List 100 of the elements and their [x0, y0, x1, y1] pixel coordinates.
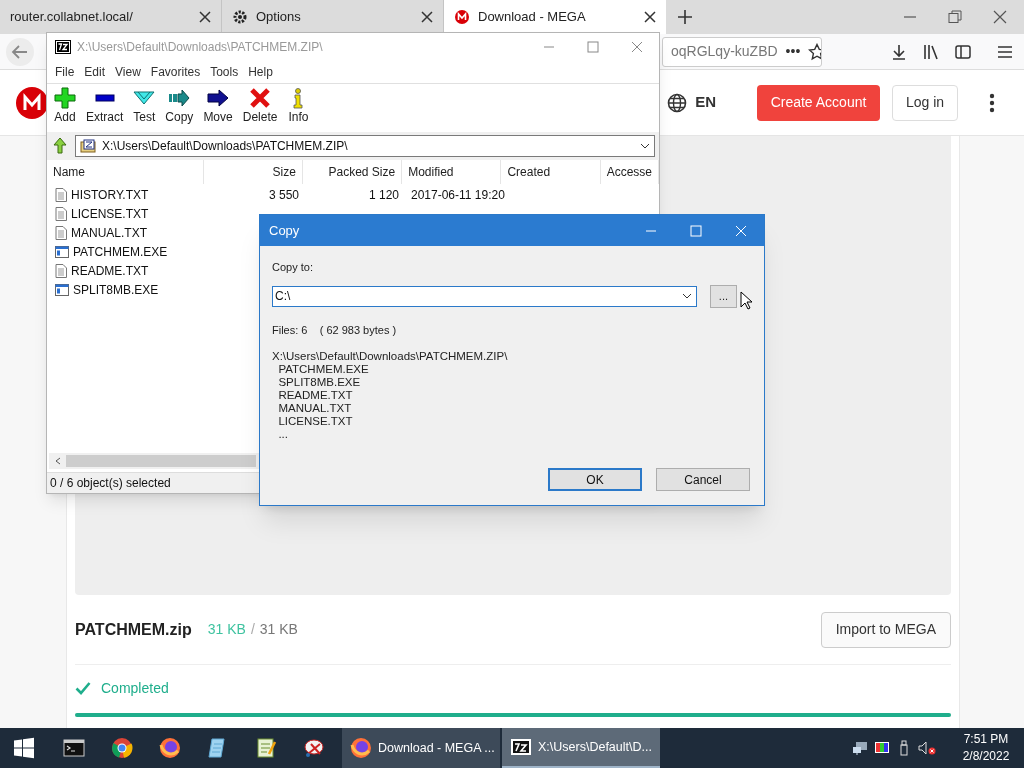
menu-item[interactable]: Help: [244, 63, 277, 81]
destination-combobox[interactable]: C:\: [272, 285, 697, 307]
network-icon[interactable]: [852, 740, 868, 756]
menu-item[interactable]: File: [51, 63, 79, 81]
dialog-title: Copy: [269, 221, 300, 240]
file-name[interactable]: LICENSE.TXT: [71, 204, 149, 223]
firefox-icon[interactable]: [158, 736, 182, 760]
mega-logo-icon[interactable]: [15, 85, 49, 120]
chrome-icon[interactable]: [110, 736, 134, 760]
table-cell-text: 1 120: [367, 186, 400, 204]
toolbar-button[interactable]: Test: [128, 87, 161, 125]
file-name[interactable]: PATCHMEM.EXE: [73, 242, 168, 261]
arrow-right-icon: [207, 87, 230, 109]
file-name: PATCHMEM.zip: [75, 619, 192, 640]
column-header[interactable]: Name: [47, 160, 204, 184]
mega-logo-icon: [454, 9, 470, 25]
bookmark-star-icon[interactable]: [808, 42, 821, 61]
browser-tab[interactable]: Download - MEGA: [444, 0, 666, 34]
toolbar-button[interactable]: Delete: [237, 87, 283, 125]
url-text: oqRGLqy-kuZBD: [671, 42, 778, 61]
scrollbar-thumb[interactable]: [66, 455, 256, 467]
address-bar[interactable]: oqRGLqy-kuZBD •••: [662, 36, 822, 67]
toolbar-button[interactable]: Add: [49, 87, 81, 125]
back-button[interactable]: [5, 36, 35, 67]
globe-icon: [667, 92, 688, 113]
sidebar-icon[interactable]: [954, 42, 972, 61]
cross-icon: [249, 87, 272, 109]
terminal-icon[interactable]: [62, 736, 86, 760]
cancel-button[interactable]: Cancel: [656, 468, 750, 491]
text-file-icon: [55, 225, 67, 240]
listing-line: X:\Users\Default\Downloads\PATCHMEM.ZIP\: [272, 350, 509, 363]
status-text: 0 / 6 object(s) selected: [50, 475, 171, 492]
close-icon[interactable]: [199, 11, 211, 23]
file-name[interactable]: HISTORY.TXT: [71, 185, 149, 204]
taskbar-window-button[interactable]: X:\Users\Default\D...: [502, 728, 660, 768]
clock[interactable]: 7:51 PM 2/8/2022: [948, 728, 1024, 768]
menu-item[interactable]: Favorites: [146, 63, 205, 81]
text-file-icon: [55, 187, 67, 202]
toolbar-button[interactable]: Info: [282, 87, 315, 125]
file-name[interactable]: README.TXT: [71, 261, 149, 280]
menu-item[interactable]: Edit: [80, 63, 110, 81]
ok-button[interactable]: OK: [548, 468, 642, 491]
column-header[interactable]: Size: [203, 160, 303, 184]
column-header[interactable]: Modified: [402, 160, 502, 184]
taskbar-window-button[interactable]: Download - MEGA ...: [342, 728, 500, 768]
file-name[interactable]: MANUAL.TXT: [71, 223, 147, 242]
browse-button[interactable]: ...: [709, 284, 737, 308]
date-text: 2/8/2022: [962, 748, 1010, 765]
plus-icon: [54, 87, 76, 109]
column-header[interactable]: Created: [501, 160, 601, 184]
listing-line: SPLIT8MB.EXE: [277, 376, 362, 389]
toolbar-button[interactable]: Move: [198, 87, 238, 125]
column-header[interactable]: Accesse: [600, 160, 659, 184]
downloaded-size: 31 KB: [207, 620, 246, 639]
status-text: Completed: [101, 678, 169, 698]
text-file-icon: [55, 206, 67, 221]
archive-app-icon: [510, 736, 532, 758]
notepad-plus-icon[interactable]: [254, 736, 278, 760]
path-combobox[interactable]: X:\Users\Default\Downloads\PATCHMEM.ZIP\: [75, 135, 655, 157]
up-folder-icon[interactable]: [51, 137, 69, 155]
listing-line: ...: [277, 428, 289, 441]
display-icon[interactable]: [874, 740, 890, 756]
close-icon[interactable]: [992, 9, 1008, 25]
language-selector[interactable]: EN: [667, 91, 716, 114]
dropdown-caret-icon: [640, 143, 650, 149]
scroll-left-icon[interactable]: [54, 457, 62, 465]
archive-app-icon: [55, 40, 71, 54]
table-cell-text: 3 550: [267, 186, 300, 204]
toolbar-button[interactable]: Copy: [160, 87, 199, 125]
restore-icon[interactable]: [947, 9, 963, 25]
menu-item[interactable]: Tools: [206, 63, 243, 81]
column-header[interactable]: Packed Size: [302, 160, 403, 184]
muted-speaker-icon[interactable]: [918, 740, 936, 756]
close-icon[interactable]: [421, 11, 433, 23]
program-file-icon: [55, 245, 69, 258]
listing-line: MANUAL.TXT: [277, 402, 353, 415]
close-icon[interactable]: [644, 11, 656, 23]
field-label: Copy to:: [272, 260, 314, 275]
page-actions-button[interactable]: •••: [785, 41, 801, 62]
start-icon[interactable]: [13, 737, 35, 759]
downloads-icon[interactable]: [890, 42, 908, 61]
listing-line: LICENSE.TXT: [277, 415, 354, 428]
size-separator: /: [250, 620, 255, 639]
more-options-icon[interactable]: [989, 92, 995, 113]
login-button[interactable]: Log in: [892, 84, 958, 121]
file-name[interactable]: SPLIT8MB.EXE: [73, 280, 159, 299]
firefox-icon: [350, 737, 372, 759]
text-file-icon: [55, 263, 67, 278]
import-button[interactable]: Import to MEGA: [820, 611, 951, 648]
listing-line: README.TXT: [277, 389, 354, 402]
toolbar-button[interactable]: Extract: [81, 87, 129, 125]
checkmark-icon: [75, 681, 91, 695]
time-text: 7:51 PM: [963, 731, 1009, 748]
create-account-button[interactable]: Create Account: [757, 84, 880, 121]
library-icon[interactable]: [922, 42, 940, 61]
total-size: 31 KB: [259, 620, 298, 639]
new-tab-icon[interactable]: [677, 9, 693, 25]
table-cell-text: 2017-06-11 19:20: [410, 186, 505, 204]
dropdown-caret-icon: [681, 293, 692, 299]
menu-item[interactable]: View: [111, 63, 145, 81]
